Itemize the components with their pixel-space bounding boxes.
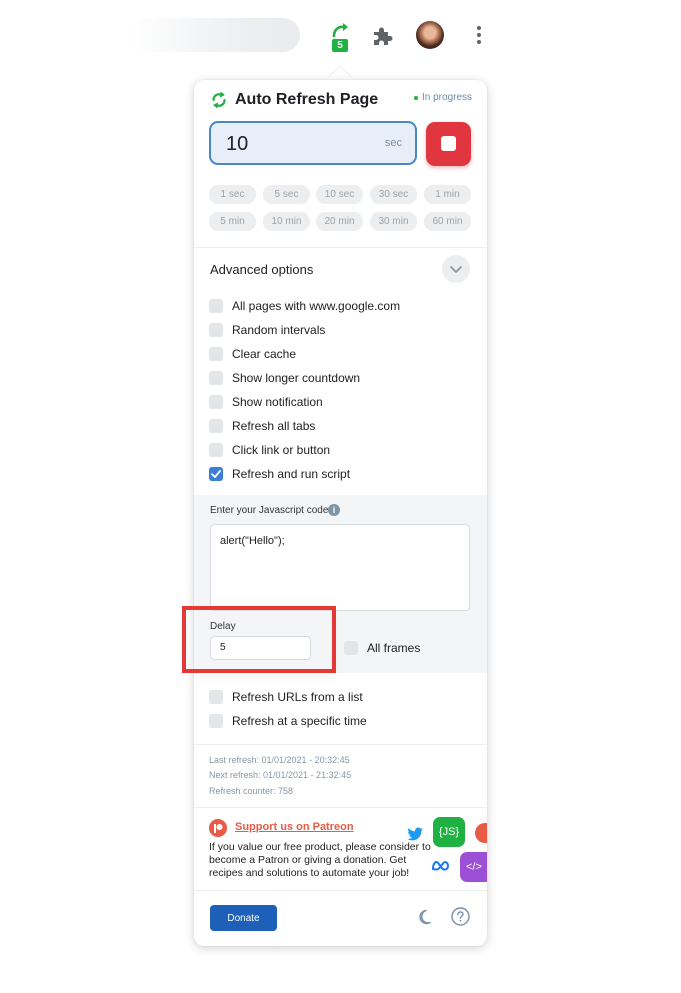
- option-label: Refresh all tabs: [232, 419, 316, 433]
- popup-title: Auto Refresh Page: [235, 91, 379, 108]
- preset-chip[interactable]: 60 min: [424, 212, 471, 231]
- js-code-textarea[interactable]: alert("Hello");: [210, 524, 470, 611]
- extensions-puzzle-icon[interactable]: [371, 25, 393, 47]
- option-label: All pages with www.google.com: [232, 299, 401, 313]
- promo-badge[interactable]: [475, 823, 487, 843]
- advanced-toggle-button[interactable]: [442, 255, 470, 283]
- extension-popup: Auto Refresh Page In progress 10 sec 1 s…: [194, 80, 487, 946]
- js-code-label: Enter your Javascript code: [210, 505, 329, 516]
- profile-avatar[interactable]: [416, 21, 444, 49]
- checkbox[interactable]: [209, 299, 223, 313]
- status-text: In progress: [422, 92, 473, 103]
- divider: [194, 247, 487, 248]
- checkbox[interactable]: [344, 641, 358, 655]
- checkbox[interactable]: [209, 419, 223, 433]
- status-dot: [414, 96, 418, 100]
- refresh-icon: [210, 90, 228, 110]
- highlight-annotation: [182, 606, 336, 673]
- option-label: Refresh URLs from a list: [232, 690, 363, 704]
- preset-chip[interactable]: 10 min: [263, 212, 310, 231]
- option-label: All frames: [367, 641, 421, 655]
- preset-chip[interactable]: 30 sec: [370, 185, 417, 204]
- code-badge[interactable]: </>: [460, 852, 487, 882]
- js-badge[interactable]: {JS}: [433, 817, 465, 847]
- preset-chip[interactable]: 5 min: [209, 212, 256, 231]
- checkbox-checked[interactable]: [209, 467, 223, 481]
- divider: [194, 807, 487, 808]
- option-label: Random intervals: [232, 323, 326, 337]
- interval-input[interactable]: 10 sec: [209, 121, 417, 165]
- preset-chip[interactable]: 10 sec: [316, 185, 363, 204]
- checkbox[interactable]: [209, 395, 223, 409]
- option-label: Click link or button: [232, 443, 331, 457]
- checkbox[interactable]: [209, 323, 223, 337]
- checkbox[interactable]: [209, 371, 223, 385]
- stop-button[interactable]: [426, 122, 471, 166]
- check-icon: [211, 470, 221, 478]
- info-icon[interactable]: i: [328, 504, 340, 516]
- option-label: Refresh at a specific time: [232, 714, 367, 728]
- advanced-options-title: Advanced options: [210, 262, 314, 277]
- checkbox[interactable]: [209, 443, 223, 457]
- dark-mode-moon-icon[interactable]: [418, 908, 436, 926]
- option-label: Refresh and run script: [232, 467, 351, 481]
- extension-badge: 5: [332, 39, 348, 52]
- meta-icon[interactable]: [431, 859, 450, 871]
- patreon-icon: [209, 819, 227, 837]
- address-bar[interactable]: [130, 18, 300, 52]
- donate-button[interactable]: Donate: [210, 905, 277, 931]
- last-refresh-text: Last refresh: 01/01/2021 - 20:32:45: [209, 755, 350, 765]
- help-icon[interactable]: [451, 907, 470, 926]
- option-label: Show notification: [232, 395, 323, 409]
- option-label: Clear cache: [232, 347, 297, 361]
- preset-chip[interactable]: 5 sec: [263, 185, 310, 204]
- preset-chip[interactable]: 1 min: [424, 185, 471, 204]
- interval-unit: sec: [384, 137, 402, 149]
- refresh-counter-text: Refresh counter: 758: [209, 786, 294, 796]
- interval-value: 10: [226, 133, 249, 155]
- checkbox[interactable]: [209, 690, 223, 704]
- more-menu-icon[interactable]: [476, 26, 482, 46]
- preset-chip[interactable]: 30 min: [370, 212, 417, 231]
- option-label: Show longer countdown: [232, 371, 361, 385]
- twitter-icon[interactable]: [407, 827, 424, 841]
- chevron-down-icon: [450, 266, 462, 273]
- divider: [194, 744, 487, 745]
- divider: [194, 890, 487, 891]
- preset-chip[interactable]: 1 sec: [209, 185, 256, 204]
- preset-chip[interactable]: 20 min: [316, 212, 363, 231]
- patreon-link[interactable]: Support us on Patreon: [235, 821, 354, 833]
- checkbox[interactable]: [209, 714, 223, 728]
- next-refresh-text: Next refresh: 01/01/2021 - 21:32:45: [209, 770, 352, 780]
- checkbox[interactable]: [209, 347, 223, 361]
- stop-icon: [441, 136, 456, 151]
- support-text: If you value our free product, please co…: [209, 841, 431, 879]
